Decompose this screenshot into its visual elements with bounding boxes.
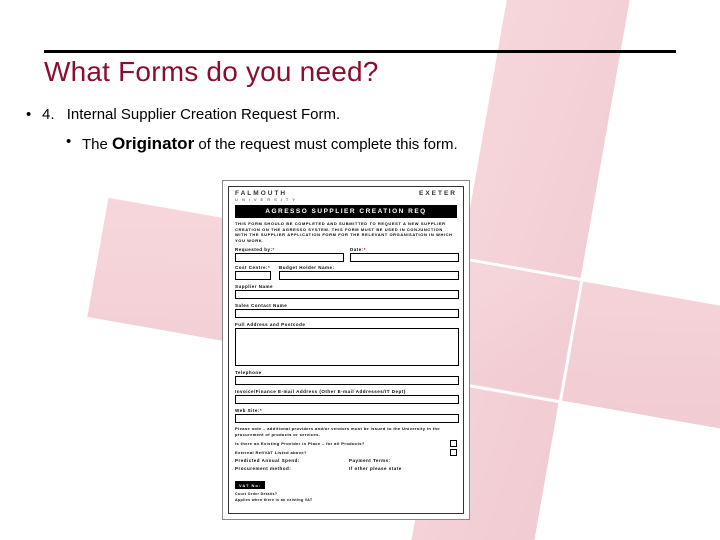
slide: What Forms do you need? 4. Internal Supp… — [0, 0, 720, 540]
checkbox-external-ref — [450, 449, 457, 456]
bullet1-text: Internal Supplier Creation Request Form. — [67, 106, 340, 123]
label-requested-by: Requested by:* — [235, 247, 342, 252]
label-cost-centre: Cost Centre:* — [235, 265, 271, 270]
sect-sales-contact: Sales Contact Name — [229, 302, 463, 321]
label-agreement: Is there an Existing Provider in Place –… — [235, 441, 446, 446]
bullet2-pre: The — [82, 136, 112, 153]
bullet-level-1: 4. Internal Supplier Creation Request Fo… — [20, 104, 458, 127]
label-requested-by-text: Requested by: — [235, 247, 273, 252]
label-sales-contact: Sales Contact Name — [235, 303, 457, 308]
sect-supplier-name: Supplier Name — [229, 283, 463, 302]
label-website: Web Site:* — [235, 408, 457, 413]
required-star: * — [273, 247, 275, 252]
field-full-address — [235, 328, 459, 366]
sect-address: Full Address and Postcode — [229, 321, 463, 369]
sect-email: Invoice/Finance E-mail Address (Other E-… — [229, 388, 463, 407]
title-rule — [44, 50, 676, 53]
label-payment-terms: Payment Terms: — [349, 458, 457, 463]
required-star: * — [364, 247, 366, 252]
label-date-text: Date: — [350, 247, 364, 252]
field-sales-contact — [235, 309, 459, 318]
bullet-list: 4. Internal Supplier Creation Request Fo… — [20, 104, 458, 156]
label-supplier-name: Supplier Name — [235, 284, 457, 289]
bullet-level-2: The Originator of the request must compl… — [20, 131, 458, 157]
required-star: * — [260, 408, 262, 413]
form-thumbnail: FALMOUTH UNIVERSITY EXETER AGRESSO SUPPL… — [222, 180, 470, 520]
sect-telephone: Telephone — [229, 369, 463, 388]
label-court: Court Order Details? — [235, 492, 277, 496]
field-supplier-name — [235, 290, 459, 299]
label-applies: Applies when there is an existing VAT — [229, 498, 463, 504]
form-logos: FALMOUTH UNIVERSITY EXETER — [229, 187, 463, 202]
sect-website: Web Site:* — [229, 407, 463, 426]
row-agreement: Is there an Existing Provider in Place –… — [229, 440, 463, 449]
row-procurement: Procurement method: If other please stat… — [229, 466, 463, 474]
row-requested-date: Requested by:* Date:* — [229, 247, 463, 265]
label-vat: VAT No: — [235, 481, 265, 489]
logo-falmouth-sub: UNIVERSITY — [235, 197, 299, 202]
field-telephone — [235, 376, 459, 385]
field-cost-centre — [235, 271, 271, 280]
label-full-address: Full Address and Postcode — [235, 322, 457, 327]
label-budget-holder: Budget Holder Name: — [279, 265, 457, 270]
bullet2-post: of the request must complete this form. — [194, 136, 457, 153]
bullet2-strong: Originator — [112, 134, 194, 153]
label-predicted: Predicted Annual Spend: — [235, 458, 343, 463]
form-inner: FALMOUTH UNIVERSITY EXETER AGRESSO SUPPL… — [228, 186, 464, 514]
logo-falmouth: FALMOUTH UNIVERSITY — [235, 190, 299, 202]
field-website — [235, 414, 459, 423]
justify-text: Please note – additional providers and/o… — [229, 426, 463, 439]
field-requested-by — [235, 253, 344, 262]
required-star: * — [268, 265, 270, 270]
slide-title: What Forms do you need? — [44, 56, 379, 88]
label-cost-centre-text: Cost Centre: — [235, 265, 268, 270]
logo-falmouth-text: FALMOUTH — [235, 190, 287, 197]
logo-exeter: EXETER — [419, 190, 457, 202]
label-if-other: If other please state — [349, 466, 457, 471]
row-costcentre-budget: Cost Centre:* Budget Holder Name: — [229, 265, 463, 283]
form-title-bar: AGRESSO SUPPLIER CREATION REQ — [235, 205, 457, 218]
form-intro: THIS FORM SHOULD BE COMPLETED AND SUBMIT… — [229, 218, 463, 247]
row-external-ref: External Ref/VAT Listed above? — [229, 449, 463, 458]
field-budget-holder — [279, 271, 459, 280]
label-telephone: Telephone — [235, 370, 457, 375]
checkbox-agreement — [450, 440, 457, 447]
field-email — [235, 395, 459, 404]
label-external-ref: External Ref/VAT Listed above? — [235, 450, 446, 455]
label-email: Invoice/Finance E-mail Address (Other E-… — [235, 389, 457, 394]
field-date — [350, 253, 459, 262]
label-procurement: Procurement method: — [235, 466, 343, 471]
bullet-number: 4. — [42, 106, 55, 123]
label-website-text: Web Site: — [235, 408, 260, 413]
label-date: Date:* — [350, 247, 457, 252]
row-predicted-payment: Predicted Annual Spend: Payment Terms: — [229, 458, 463, 466]
